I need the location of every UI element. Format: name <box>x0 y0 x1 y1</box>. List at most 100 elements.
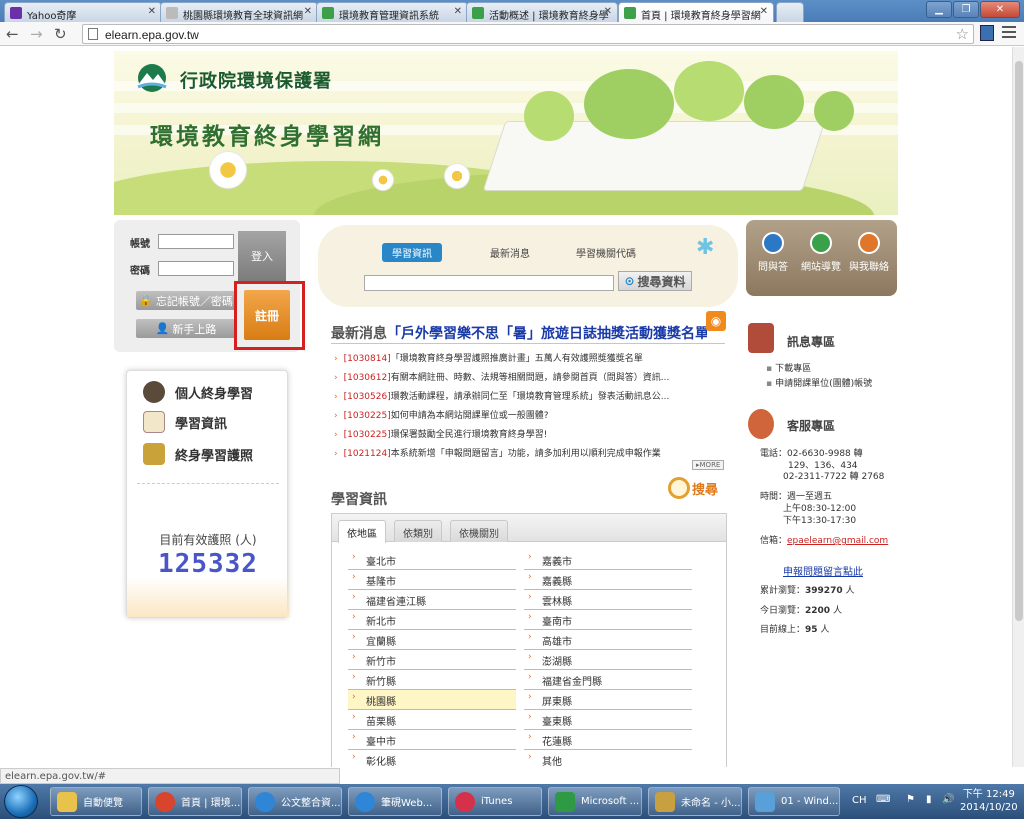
region-item[interactable]: › 臺中市 <box>348 730 516 750</box>
new-tab-button[interactable] <box>776 2 804 22</box>
region-item[interactable]: › 新竹縣 <box>348 670 516 690</box>
forward-icon[interactable]: → <box>30 25 43 43</box>
close-icon[interactable]: ✕ <box>304 6 312 17</box>
close-icon[interactable]: ✕ <box>454 6 462 17</box>
region-item[interactable]: › 福建省連江縣 <box>348 590 516 610</box>
bookmark-star-icon[interactable]: ☆ <box>956 25 969 43</box>
taskbar-item[interactable]: Microsoft ... <box>548 787 642 816</box>
region-item[interactable]: › 高雄市 <box>524 630 692 650</box>
browser-tab-taoyuan[interactable]: 桃園縣環境教育全球資訊網 ✕ <box>160 2 318 22</box>
news-item[interactable]: › [1030612]有關本網註冊、時數、法規等相關問題，請參閱首頁（問與答）資訊… <box>334 370 726 383</box>
region-item[interactable]: › 臺東縣 <box>524 710 692 730</box>
forgot-password-button[interactable]: 🔒 忘記帳號／密碼 <box>136 291 236 310</box>
register-button[interactable]: 註冊 <box>244 290 290 340</box>
volume-icon[interactable]: 🔊 <box>942 794 954 805</box>
sitemap-link[interactable]: 網站導覽 <box>798 232 844 273</box>
back-icon[interactable]: ← <box>6 25 19 43</box>
region-item[interactable]: › 臺北市 <box>348 550 516 570</box>
ie-icon <box>355 791 375 812</box>
region-item[interactable]: › 宜蘭縣 <box>348 630 516 650</box>
region-item[interactable]: › 嘉義縣 <box>524 570 692 590</box>
chrome-icon <box>155 791 175 812</box>
tab-by-category[interactable]: 依類別 <box>394 520 442 542</box>
clock[interactable]: 下午 12:49 2014/10/20 <box>960 788 1018 814</box>
region-item[interactable]: › 新北市 <box>348 610 516 630</box>
search-button[interactable]: ⊙ 搜尋資料 <box>618 271 692 291</box>
page-viewport: 行政院環境保護署 環境教育終身學習網 帳號 密碼 登入 🔒 忘記帳號／密碼 👤 … <box>0 47 1012 767</box>
browser-tab-yahoo[interactable]: Yahoo奇摩 ✕ <box>4 2 162 22</box>
tab-by-region[interactable]: 依地區 <box>338 520 386 543</box>
menu-icon[interactable] <box>1002 26 1016 41</box>
region-item[interactable]: › 桃園縣 <box>348 690 516 710</box>
download-link[interactable]: ▪ 下載專區 <box>766 361 811 374</box>
contact-link[interactable]: 與我聯絡 <box>846 232 892 273</box>
faq-link[interactable]: 問與答 <box>750 232 796 273</box>
taskbar-item[interactable]: 未命名 - 小... <box>648 787 742 816</box>
reload-icon[interactable]: ↻ <box>54 25 67 43</box>
search-tab-news[interactable]: 最新消息 <box>490 245 530 260</box>
news-item[interactable]: › [1030225]環保署鼓勵全民進行環境教育終身學習! <box>334 427 726 440</box>
extension-icon[interactable] <box>980 25 994 41</box>
minimize-icon[interactable]: ▁ <box>926 1 952 18</box>
close-icon[interactable]: ✕ <box>148 6 156 17</box>
taskbar-item[interactable]: 公文整合資... <box>248 787 342 816</box>
more-link[interactable]: ▸MORE <box>692 460 725 470</box>
flag-icon[interactable]: ⚑ <box>906 794 915 805</box>
email-link[interactable]: epaelearn@gmail.com <box>787 536 888 546</box>
region-item[interactable]: › 苗栗縣 <box>348 710 516 730</box>
taskbar-item[interactable]: 首頁 | 環境... <box>148 787 242 816</box>
close-icon[interactable]: ✕ <box>760 6 768 17</box>
search-tab-learning-info[interactable]: 學習資訊 <box>382 243 442 262</box>
taskbar-item[interactable]: 01 - Wind... <box>748 787 840 816</box>
org-name: 行政院環境保護署 <box>180 71 332 92</box>
bullet-icon: › <box>352 572 356 582</box>
news-item[interactable]: › [1021124]本系統新增「申報問題留言」功能，請多加利用以順利完成申報作業 <box>334 446 726 459</box>
start-button[interactable] <box>4 785 38 818</box>
region-item[interactable]: › 嘉義市 <box>524 550 692 570</box>
browser-tab-activity[interactable]: 活動概述 | 環境教育終身學 ✕ <box>466 2 618 22</box>
account-input[interactable] <box>158 234 234 249</box>
newbie-guide-button[interactable]: 👤 新手上路 <box>136 319 236 338</box>
keyboard-icon[interactable]: ⌨ <box>876 794 890 805</box>
input-language[interactable]: CH <box>852 795 867 806</box>
taskbar-item[interactable]: 筆硯Web... <box>348 787 442 816</box>
region-item[interactable]: › 彰化縣 <box>348 750 516 767</box>
region-item[interactable]: › 雲林縣 <box>524 590 692 610</box>
region-item[interactable]: › 屏東縣 <box>524 690 692 710</box>
browser-tab-management[interactable]: 環境教育管理資訊系統 ✕ <box>316 2 468 22</box>
region-item[interactable]: › 花蓮縣 <box>524 730 692 750</box>
region-item[interactable]: › 臺南市 <box>524 610 692 630</box>
window-close-icon[interactable]: ✕ <box>980 1 1020 18</box>
search-input[interactable] <box>364 275 614 291</box>
network-icon[interactable]: ▮ <box>926 794 932 805</box>
taskbar-item[interactable]: iTunes <box>448 787 542 816</box>
menu-learning-passport[interactable]: 終身學習護照 <box>143 443 253 465</box>
address-bar[interactable]: elearn.epa.gov.tw ☆ <box>82 24 974 44</box>
report-issue-link[interactable]: 申報問題留言點此 <box>783 563 863 578</box>
maximize-icon[interactable]: ❐ <box>953 1 979 18</box>
news-headline-link[interactable]: 「戶外學習樂不思「暑」旅遊日誌抽獎活動獲獎名單」 <box>387 326 707 342</box>
tab-by-agency[interactable]: 依機關別 <box>450 520 508 542</box>
news-item[interactable]: › [1030814]「環境教育終身學習護照推廣計畫」五萬人有效護照獎獲獎名單 <box>334 351 726 364</box>
scrollbar-thumb[interactable] <box>1015 61 1023 621</box>
region-item[interactable]: › 福建省金門縣 <box>524 670 692 690</box>
search-tab-org-code[interactable]: 學習機關代碼 <box>576 245 636 260</box>
close-icon[interactable]: ✕ <box>604 6 612 17</box>
region-item[interactable]: › 新竹市 <box>348 650 516 670</box>
rss-icon[interactable]: ◉ <box>706 311 726 331</box>
news-item[interactable]: › [1030526]環教活動課程，請承辦同仁至「環境教育管理系統」發表活動訊息公… <box>334 389 726 402</box>
region-item[interactable]: › 基隆市 <box>348 570 516 590</box>
menu-personal-learning[interactable]: 個人終身學習 <box>143 381 253 403</box>
menu-learning-info[interactable]: 學習資訊 <box>143 411 227 433</box>
taskbar-item[interactable]: 自動便覽 <box>50 787 142 816</box>
left-menu-box: 個人終身學習 學習資訊 終身學習護照 目前有效護照 (人) 125332 <box>126 370 289 618</box>
browser-tab-home[interactable]: 首頁 | 環境教育終身學習網 ✕ <box>618 2 774 23</box>
learning-search-link[interactable]: 搜尋 <box>668 477 718 499</box>
page-scrollbar[interactable] <box>1012 47 1024 767</box>
region-item[interactable]: › 其他 <box>524 750 692 767</box>
region-item[interactable]: › 澎湖縣 <box>524 650 692 670</box>
password-input[interactable] <box>158 261 234 276</box>
apply-account-link[interactable]: ▪ 申請開課單位(團體)帳號 <box>766 376 872 389</box>
news-item[interactable]: › [1030225]如何申請為本網站開課單位或一般團體? <box>334 408 726 421</box>
login-button[interactable]: 登入 <box>238 231 286 281</box>
